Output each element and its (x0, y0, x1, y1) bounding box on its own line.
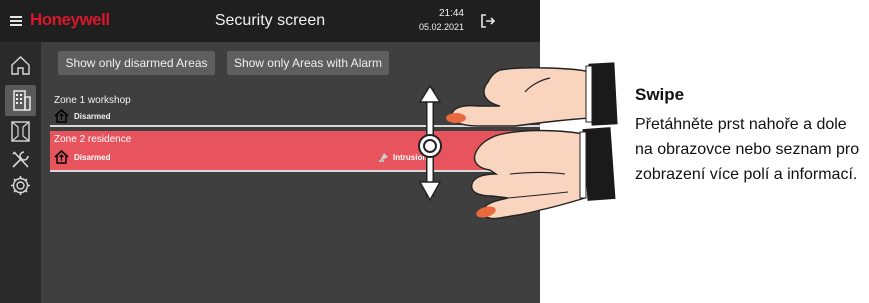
lower-hand (471, 127, 616, 220)
sidebar-item-security[interactable] (5, 85, 36, 116)
touch-point-icon (418, 134, 442, 158)
gear-icon (11, 176, 30, 195)
house-disarmed-icon (54, 109, 69, 123)
instruction-title: Swipe (635, 85, 685, 104)
intrusion-icon (379, 153, 388, 162)
swipe-gesture-illustration (418, 62, 618, 220)
instruction-text: Přetáhněte prst nahoře a dole na obrazov… (635, 116, 860, 183)
logout-button[interactable] (479, 12, 497, 30)
house-disarmed-icon (54, 150, 69, 164)
show-disarmed-button[interactable]: Show only disarmed Areas (58, 51, 215, 75)
logout-icon (481, 14, 496, 28)
zone-name: Zone 2 residence (54, 134, 132, 145)
top-bar: Honeywell Security screen 21:44 05.02.20… (0, 0, 540, 42)
clock-date: 05.02.2021 (418, 22, 464, 32)
zone-status: Disarmed (74, 153, 111, 162)
sidebar (0, 42, 41, 303)
upper-hand (446, 62, 618, 127)
sidebar-item-home[interactable] (7, 52, 34, 79)
clock-time: 21:44 (438, 8, 464, 19)
tools-icon (12, 151, 29, 168)
door-icon (11, 121, 30, 142)
zone-status: Disarmed (74, 112, 111, 121)
sidebar-item-settings[interactable] (7, 172, 34, 199)
building-icon (13, 90, 31, 111)
zone-name: Zone 1 workshop (54, 95, 131, 106)
sidebar-item-doors[interactable] (7, 118, 34, 145)
sidebar-item-tools[interactable] (7, 146, 34, 173)
show-alarm-button[interactable]: Show only Areas with Alarm (227, 51, 389, 75)
home-icon (11, 56, 30, 75)
